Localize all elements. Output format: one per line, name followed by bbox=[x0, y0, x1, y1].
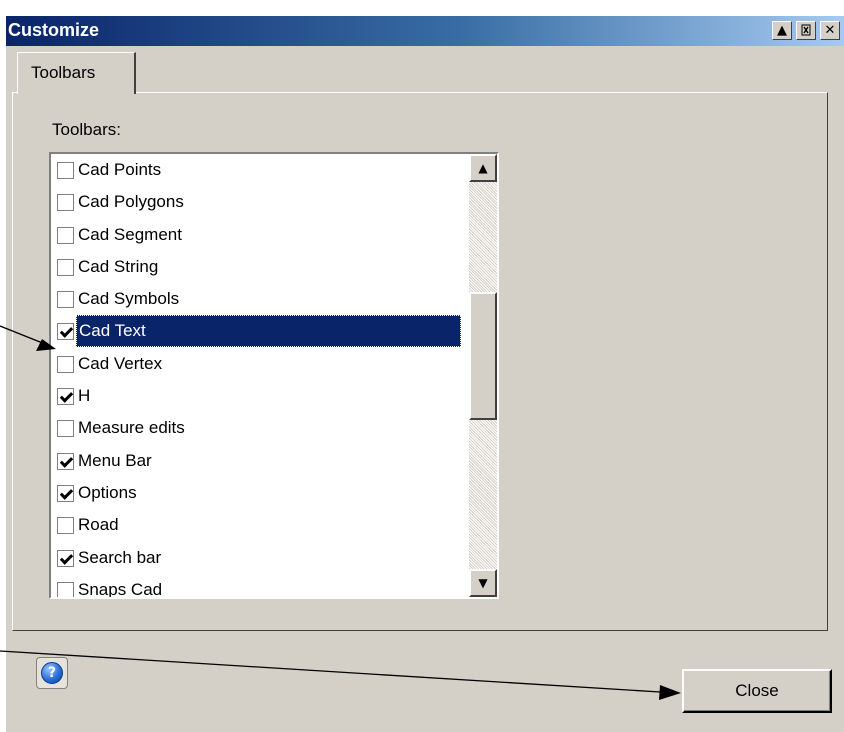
list-item[interactable]: Cad Text bbox=[51, 315, 461, 348]
list-item[interactable]: Menu Bar bbox=[51, 445, 461, 477]
list-item[interactable]: Cad Vertex bbox=[51, 348, 461, 380]
list-item-label: Options bbox=[78, 482, 137, 502]
pin-icon bbox=[800, 24, 812, 40]
checkbox[interactable] bbox=[57, 226, 74, 244]
title-button-close[interactable]: ✕ bbox=[820, 21, 840, 40]
checkbox[interactable] bbox=[57, 291, 74, 309]
close-icon: ✕ bbox=[824, 23, 836, 38]
checkbox[interactable] bbox=[57, 549, 74, 567]
list-item-label: Cad Vertex bbox=[78, 353, 163, 373]
checkbox[interactable] bbox=[57, 162, 74, 179]
list-item[interactable]: Measure edits bbox=[51, 412, 461, 444]
list-item[interactable]: Search bar bbox=[51, 542, 461, 574]
toolbars-listbox[interactable]: Cad Points Cad Polygons Cad Segment Cad Str… bbox=[49, 152, 499, 599]
checkbox[interactable] bbox=[57, 323, 74, 341]
scroll-up-icon: ▲ bbox=[777, 23, 787, 38]
scroll-thumb[interactable] bbox=[469, 292, 497, 420]
arrow-down-icon: ▼ bbox=[478, 576, 488, 590]
list-item[interactable]: H bbox=[51, 380, 461, 412]
list-item-label: Cad Segment bbox=[78, 224, 182, 244]
list-item[interactable]: Cad Points bbox=[51, 154, 461, 186]
scroll-up-button[interactable]: ▲ bbox=[469, 154, 497, 182]
window-title: Customize bbox=[8, 20, 100, 40]
checkbox[interactable] bbox=[57, 484, 74, 502]
checkbox[interactable] bbox=[57, 517, 74, 535]
list-item-label: Search bar bbox=[78, 547, 162, 567]
list-item-label: Measure edits bbox=[78, 418, 185, 438]
checkbox[interactable] bbox=[57, 388, 74, 406]
title-button-pin[interactable] bbox=[796, 21, 816, 40]
list-item-label: Cad Text bbox=[76, 315, 461, 348]
list-item[interactable]: Road bbox=[51, 509, 461, 541]
list-item[interactable]: Cad Symbols bbox=[51, 283, 461, 315]
list-item-label: Cad Points bbox=[78, 160, 162, 179]
list-item[interactable]: Cad String bbox=[51, 251, 461, 283]
list-item-label: Menu Bar bbox=[78, 450, 152, 470]
checkbox[interactable] bbox=[57, 581, 74, 597]
title-button-up[interactable]: ▲ bbox=[772, 21, 792, 40]
list-item[interactable]: Options bbox=[51, 477, 461, 509]
list-item-label: Cad Symbols bbox=[78, 289, 180, 309]
screenshot-canvas: Customize ▲ ✕ Toolbars Toolbars: Cad Poi… bbox=[0, 0, 844, 732]
title-bar[interactable]: Customize ▲ ✕ bbox=[6, 16, 844, 46]
toolbars-list: Cad Points Cad Polygons Cad Segment Cad Str… bbox=[51, 154, 461, 599]
list-item-label: Cad Polygons bbox=[78, 192, 184, 212]
list-item[interactable]: Snaps Cad bbox=[51, 574, 461, 599]
scroll-down-button[interactable]: ▼ bbox=[469, 569, 497, 597]
list-item[interactable]: Cad Polygons bbox=[51, 186, 461, 218]
close-button[interactable]: Close bbox=[682, 669, 832, 713]
help-button[interactable]: ? bbox=[36, 657, 68, 689]
checkbox[interactable] bbox=[57, 258, 74, 276]
list-item-label: H bbox=[78, 386, 91, 406]
checkbox[interactable] bbox=[57, 194, 74, 212]
help-icon: ? bbox=[41, 662, 63, 684]
list-item[interactable]: Cad Segment bbox=[51, 219, 461, 251]
tab-toolbars[interactable]: Toolbars bbox=[17, 52, 136, 94]
list-item-label: Snaps Cad bbox=[78, 579, 163, 599]
list-item-label: Cad String bbox=[78, 256, 159, 276]
list-scrollbar[interactable]: ▲ ▼ bbox=[469, 154, 497, 597]
checkbox[interactable] bbox=[57, 420, 74, 438]
checkbox[interactable] bbox=[57, 452, 74, 470]
list-item-label: Road bbox=[78, 515, 119, 535]
checkbox[interactable] bbox=[57, 355, 74, 373]
toolbars-list-label: Toolbars: bbox=[52, 120, 121, 139]
arrow-up-icon: ▲ bbox=[478, 161, 488, 175]
